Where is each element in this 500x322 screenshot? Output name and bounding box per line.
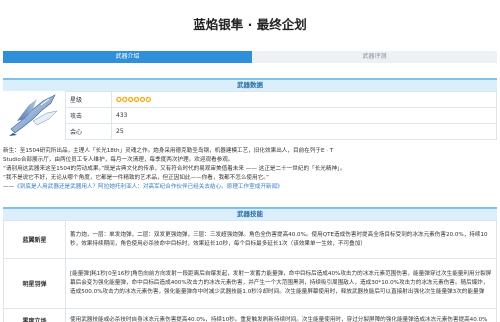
skill-name: 零度立场	[3, 308, 66, 322]
description-line: “我不是说它不好，无论从哪个角度，它都是一件精致的艺术品，但正因如此——你看，我…	[3, 174, 269, 181]
stat-row-rarity: 星级 ✪✪✪✪✪✪	[65, 91, 497, 108]
description-quote-accent: 《到底是人用武器还是武器用人？阿拉她托利亚人：对高军纪合作伙伴已经关去结心。原理…	[14, 183, 283, 190]
skill-description: [能量弹]耗1秒[0至16秒]角色向前方向发射一段距离后自爆发起，发射一发蓄力能…	[65, 258, 497, 309]
star-rating-icon: ✪✪✪✪✪✪	[116, 95, 152, 104]
weapon-illustration	[3, 91, 65, 138]
description-quote-line: ——《到底是人用武器还是武器用人？阿拉她托利亚人：对高军纪合作伙伴已经关去结心。…	[3, 183, 283, 190]
stat-value: 433	[111, 107, 497, 124]
weapon-skills-table: 蓝翼新星 蓄力炮，一层：单发炮弹，二层：双发更强炮弹，三层：三发超强炮弹。角色全…	[3, 220, 497, 322]
weapon-description: 新生：至1504研究所出品，主理人「长光18th」灵魂之作。炮身采用德克勒圣岛钢…	[3, 147, 497, 192]
weapon-illustration-icon	[9, 94, 58, 136]
stat-row-crit: 会心 25	[65, 123, 497, 140]
stat-key: 会心	[65, 123, 112, 140]
weapon-skills-section: 武器技能 蓝翼新星 蓄力炮，一层：单发炮弹，二层：双发更强炮弹，三层：三发超强炮…	[3, 207, 497, 322]
page-title: 蓝焰银隼 · 最终企划	[193, 17, 307, 32]
skill-description: 蓄力炮，一层：单发炮弹，二层：双发更强炮弹，三层：三发超强炮弹。角色全伤害提高4…	[65, 220, 497, 259]
tab-weapon-review[interactable]: 武器评测	[252, 51, 497, 63]
weapon-stats-table: 星级 ✪✪✪✪✪✪ 攻击 433 会心 25	[65, 91, 497, 140]
stat-value-stars: ✪✪✪✪✪✪	[111, 91, 497, 108]
skill-row: 零度立场 使用武器技能或必杀技时自身冰冻元素伤害提高40.0%，持续10秒。重复…	[3, 308, 497, 322]
skill-name: 蓝翼新星	[3, 220, 66, 259]
stat-key: 星级	[65, 91, 112, 108]
skill-row: 蓝翼新星 蓄力炮，一层：单发炮弹，二层：双发更强炮弹，三层：三发超强炮弹。角色全…	[3, 220, 497, 259]
weapon-data-header: 武器数据	[3, 78, 497, 91]
stat-row-attack: 攻击 433	[65, 107, 497, 124]
skill-row: 明星羽弹 [能量弹]耗1秒[0至16秒]角色向前方向发射一段距离后自爆发起，发射…	[3, 258, 497, 309]
description-line: 新生：至1504研究所出品，主理人「长光18th」灵魂之作。炮身采用德克勒圣岛钢…	[3, 148, 334, 154]
tab-bar: 武器介绍 武器评测	[3, 51, 497, 63]
skill-description: 使用武器技能或必杀技时自身冰冻元素伤害提高40.0%，持续10秒。重复触发刷新持…	[65, 308, 497, 322]
weapon-skills-header: 武器技能	[3, 207, 497, 220]
stat-value: 25	[111, 123, 497, 140]
stat-key: 攻击	[65, 107, 112, 124]
weapon-data-section: 武器数据 星级 ✪✪✪✪✪✪ 攻击 433 会心 25	[3, 78, 497, 144]
description-line: “请别用这武器来这至1504的劳动成果。”既是古典文化的传承，又有符合时代的易观…	[3, 165, 346, 172]
skill-name: 明星羽弹	[3, 258, 66, 309]
tab-weapon-intro[interactable]: 武器介绍	[3, 51, 252, 63]
description-line: Studio合部展示厅，由两位员工专人维护，每月一次清理，每季度两次护理。欢迎观…	[3, 156, 234, 163]
